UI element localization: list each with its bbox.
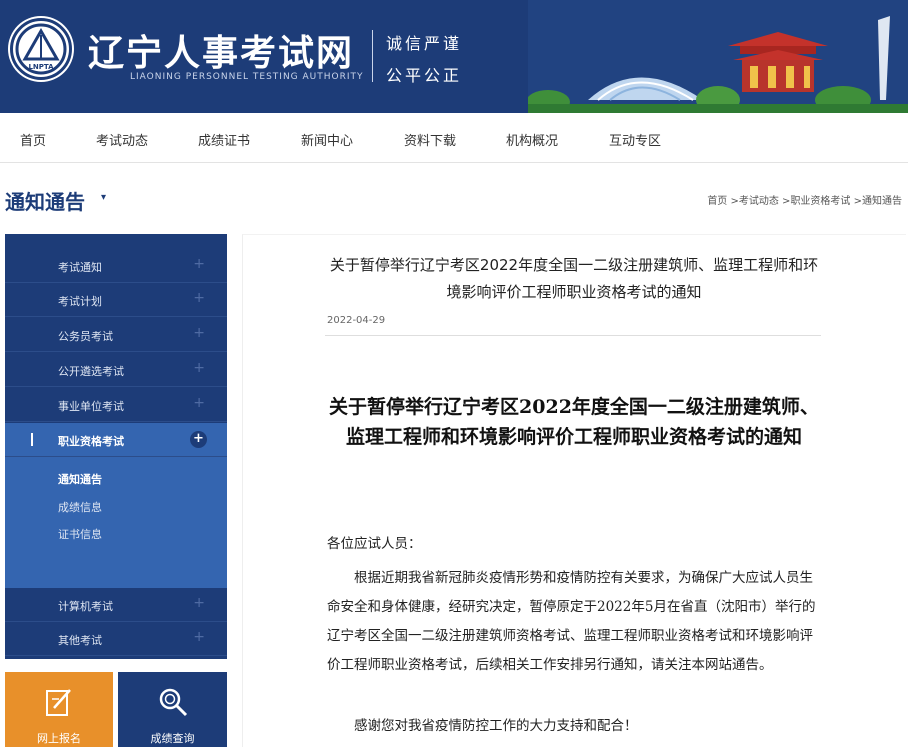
breadcrumb-separator: >: [727, 196, 739, 207]
logo-text: LNPTA: [28, 63, 54, 71]
main-nav: 首页 考试动态 成绩证书 新闻中心 资料下载 机构概况 互动专区: [0, 113, 908, 163]
sidebar-subpanel: 通知通告 成绩信息 证书信息: [5, 457, 227, 588]
nav-interaction[interactable]: 互动专区: [609, 130, 661, 149]
section-caret-icon[interactable]: ▾: [101, 192, 106, 203]
sidebar-item-public-institution[interactable]: 事业单位考试 +: [5, 388, 227, 422]
sidebar-item-label: 公开遴选考试: [58, 365, 124, 378]
sidebar-item-label: 其他考试: [58, 634, 102, 647]
nav-exam-news[interactable]: 考试动态: [96, 130, 148, 149]
expand-plus-icon[interactable]: +: [193, 595, 205, 611]
collapse-plus-icon[interactable]: +: [190, 431, 207, 448]
article-title: 关于暂停举行辽宁考区2022年度全国一二级注册建筑师、监理工程师和环境影响评价工…: [329, 256, 819, 301]
section-title: 通知通告: [5, 190, 85, 214]
sidebar-subitem-notices[interactable]: 通知通告: [58, 471, 102, 487]
expand-plus-icon[interactable]: +: [193, 629, 205, 645]
article-paragraph-2: 感谢您对我省疫情防控工作的大力支持和配合！: [354, 718, 638, 734]
nav-scores-certificates[interactable]: 成绩证书: [198, 130, 250, 149]
breadcrumb-notices[interactable]: 通知通告: [862, 196, 902, 207]
expand-plus-icon[interactable]: +: [193, 256, 205, 272]
sidebar-item-public-selection[interactable]: 公开遴选考试 +: [5, 353, 227, 387]
breadcrumb-exam-news[interactable]: 考试动态: [739, 196, 779, 207]
nav-home[interactable]: 首页: [20, 130, 46, 149]
document-title: 关于暂停举行辽宁考区2022年度全国一二级注册建筑师、监理工程师和环境影响评价工…: [329, 396, 819, 448]
expand-plus-icon[interactable]: +: [193, 290, 205, 306]
site-title: 辽宁人事考试网: [88, 33, 355, 74]
article-divider: [325, 335, 821, 336]
sidebar-subitem-score-info[interactable]: 成绩信息: [58, 499, 102, 515]
breadcrumb-separator: >: [778, 196, 791, 207]
header-divider: [372, 30, 373, 82]
sidebar: 考试通知 + 考试计划 + 公务员考试 + 公开遴选考试 + 事业单位考试 + …: [5, 234, 227, 659]
sidebar-item-computer-exam[interactable]: 计算机考试 +: [5, 588, 227, 622]
sidebar-item-label: 计算机考试: [58, 600, 113, 613]
score-query-button[interactable]: 成绩查询: [118, 672, 227, 747]
breadcrumb-separator: >: [850, 196, 862, 207]
sidebar-item-label: 事业单位考试: [58, 400, 124, 413]
site-header: LNPTA 辽宁人事考试网 LIAONING PERSONNEL TESTING…: [0, 0, 908, 113]
nav-about[interactable]: 机构概况: [506, 130, 558, 149]
sidebar-item-professional-exam[interactable]: 职业资格考试 +: [5, 423, 227, 457]
slogan-line-2: 公平公正: [386, 66, 463, 85]
article-greeting: 各位应试人员：: [327, 536, 422, 552]
site-subtitle: LIAONING PERSONNEL TESTING AUTHORITY: [130, 72, 364, 82]
score-query-label: 成绩查询: [150, 732, 195, 745]
header-skyline-illustration: [528, 0, 908, 113]
nav-news-center[interactable]: 新闻中心: [301, 130, 353, 149]
sidebar-item-label: 公务员考试: [58, 330, 113, 343]
search-icon: [159, 688, 187, 717]
active-indicator-bar: [31, 433, 33, 446]
sidebar-item-exam-notices[interactable]: 考试通知 +: [5, 249, 227, 283]
sidebar-item-label: 考试计划: [58, 295, 102, 308]
nav-downloads[interactable]: 资料下载: [404, 130, 456, 149]
article-date: 2022-04-29: [327, 315, 386, 326]
expand-plus-icon[interactable]: +: [193, 360, 205, 376]
online-signup-label: 网上报名: [37, 732, 81, 745]
expand-plus-icon[interactable]: +: [193, 325, 205, 341]
sidebar-item-exam-plan[interactable]: 考试计划 +: [5, 283, 227, 317]
article-paragraph-1: 根据近期我省新冠肺炎疫情形势和疫情防控有关要求，为确保广大应试人员生命安全和身体…: [327, 570, 816, 673]
sidebar-item-other-exam[interactable]: 其他考试 +: [5, 622, 227, 656]
sidebar-item-civil-servant[interactable]: 公务员考试 +: [5, 318, 227, 352]
breadcrumb: 首页 >考试动态 >职业资格考试 >通知通告: [707, 192, 902, 207]
sidebar-item-label: 职业资格考试: [58, 435, 124, 448]
sidebar-item-label: 考试通知: [58, 261, 102, 274]
site-logo[interactable]: LNPTA: [10, 18, 72, 80]
pencil-form-icon: [46, 689, 71, 716]
slogan-line-1: 诚信严谨: [386, 34, 463, 53]
logo-emblem-icon: LNPTA: [15, 23, 67, 75]
expand-plus-icon[interactable]: +: [193, 395, 205, 411]
breadcrumb-home[interactable]: 首页: [707, 196, 727, 207]
breadcrumb-professional-exam[interactable]: 职业资格考试: [790, 196, 850, 207]
online-signup-button[interactable]: 网上报名: [5, 672, 113, 747]
sidebar-subitem-certificate-info[interactable]: 证书信息: [58, 526, 102, 542]
